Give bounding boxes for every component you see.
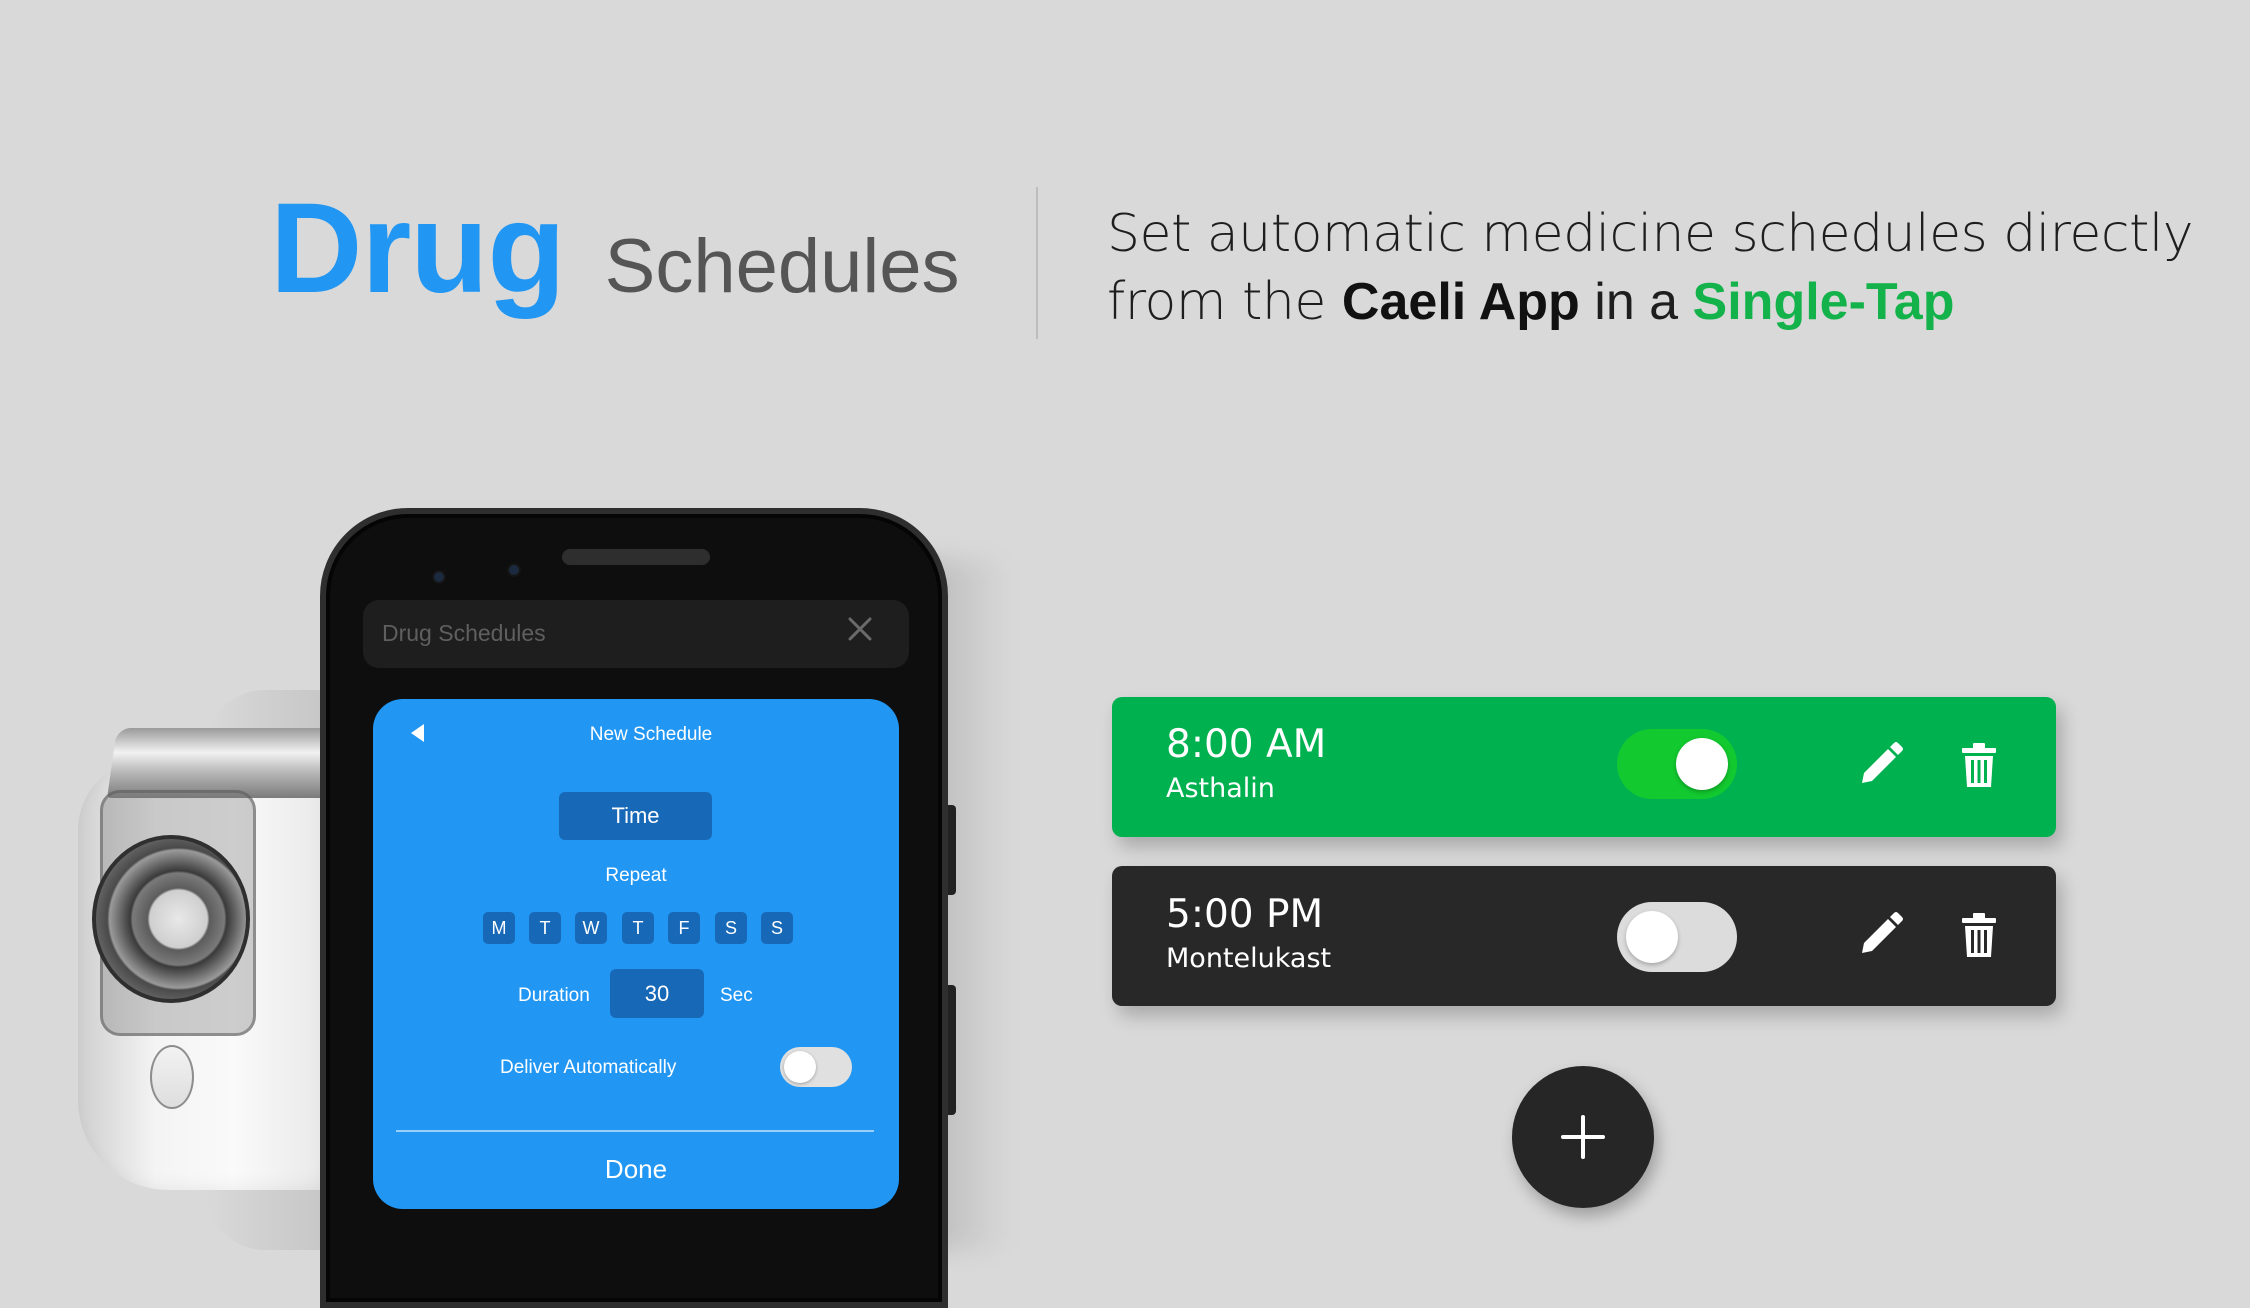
- day-chip-friday[interactable]: F: [668, 912, 700, 944]
- day-chip-saturday[interactable]: S: [715, 912, 747, 944]
- toggle-knob: [1626, 911, 1678, 963]
- day-chip-sunday[interactable]: S: [761, 912, 793, 944]
- tagline-middle: in a: [1579, 273, 1693, 331]
- toggle-knob: [784, 1051, 816, 1083]
- tagline-line-2: from the Caeli App in a Single-Tap: [1107, 268, 2167, 336]
- front-camera-icon: [434, 572, 444, 582]
- repeat-label: Repeat: [605, 865, 667, 886]
- page-title: Drug Schedules: [270, 175, 960, 325]
- app-bar-title: Drug Schedules: [382, 620, 546, 646]
- new-schedule-modal: [373, 699, 899, 1209]
- title-drug: Drug: [270, 177, 566, 320]
- nebulizer-cap: [107, 728, 347, 798]
- toggle-knob: [1676, 738, 1728, 790]
- duration-input[interactable]: 30: [610, 969, 704, 1018]
- tagline-app-name: Caeli App: [1341, 273, 1580, 331]
- schedule-card-morning[interactable]: [1112, 697, 2056, 837]
- deliver-automatically-label: Deliver Automatically: [500, 1057, 677, 1078]
- day-chip-tuesday[interactable]: T: [529, 912, 561, 944]
- deliver-automatically-toggle[interactable]: [780, 1047, 852, 1087]
- phone-side-button: [948, 805, 956, 895]
- done-button[interactable]: Done: [373, 1154, 899, 1185]
- day-chip-monday[interactable]: M: [483, 912, 515, 944]
- sensor-icon: [509, 565, 519, 575]
- phone-speaker: [562, 549, 710, 565]
- duration-label: Duration: [518, 985, 590, 1006]
- pencil-icon[interactable]: [1852, 737, 1908, 793]
- tagline: Set automatic medicine schedules directl…: [1107, 200, 2194, 336]
- schedule-toggle-off[interactable]: [1617, 902, 1737, 972]
- schedule-time: 5:00 PM: [1166, 892, 1324, 937]
- add-schedule-button[interactable]: [1512, 1066, 1654, 1208]
- tagline-prefix: from the: [1107, 272, 1342, 332]
- close-icon[interactable]: [845, 614, 875, 644]
- phone-volume-button: [948, 985, 956, 1115]
- schedule-toggle-on[interactable]: [1617, 729, 1737, 799]
- schedule-time: 8:00 AM: [1166, 722, 1327, 767]
- schedule-drug: Asthalin: [1166, 773, 1275, 804]
- duration-unit: Sec: [720, 985, 753, 1006]
- title-schedules: Schedules: [604, 224, 960, 309]
- nebulizer-chamber: [92, 835, 250, 1003]
- tagline-line-1: Set automatic medicine schedules directl…: [1107, 204, 2194, 264]
- modal-title: New Schedule: [589, 724, 713, 745]
- tagline-highlight: Single-Tap: [1692, 273, 1955, 331]
- modal-divider: [396, 1130, 874, 1132]
- day-chip-wednesday[interactable]: W: [575, 912, 607, 944]
- header-divider: [1036, 187, 1038, 339]
- trash-icon[interactable]: [1951, 907, 2007, 963]
- day-chip-thursday[interactable]: T: [622, 912, 654, 944]
- plus-icon: [1561, 1115, 1605, 1159]
- time-button[interactable]: Time: [559, 792, 712, 840]
- pencil-icon[interactable]: [1852, 907, 1908, 963]
- schedule-drug: Montelukast: [1166, 943, 1332, 974]
- trash-icon[interactable]: [1951, 737, 2007, 793]
- nebulizer-button: [150, 1045, 194, 1109]
